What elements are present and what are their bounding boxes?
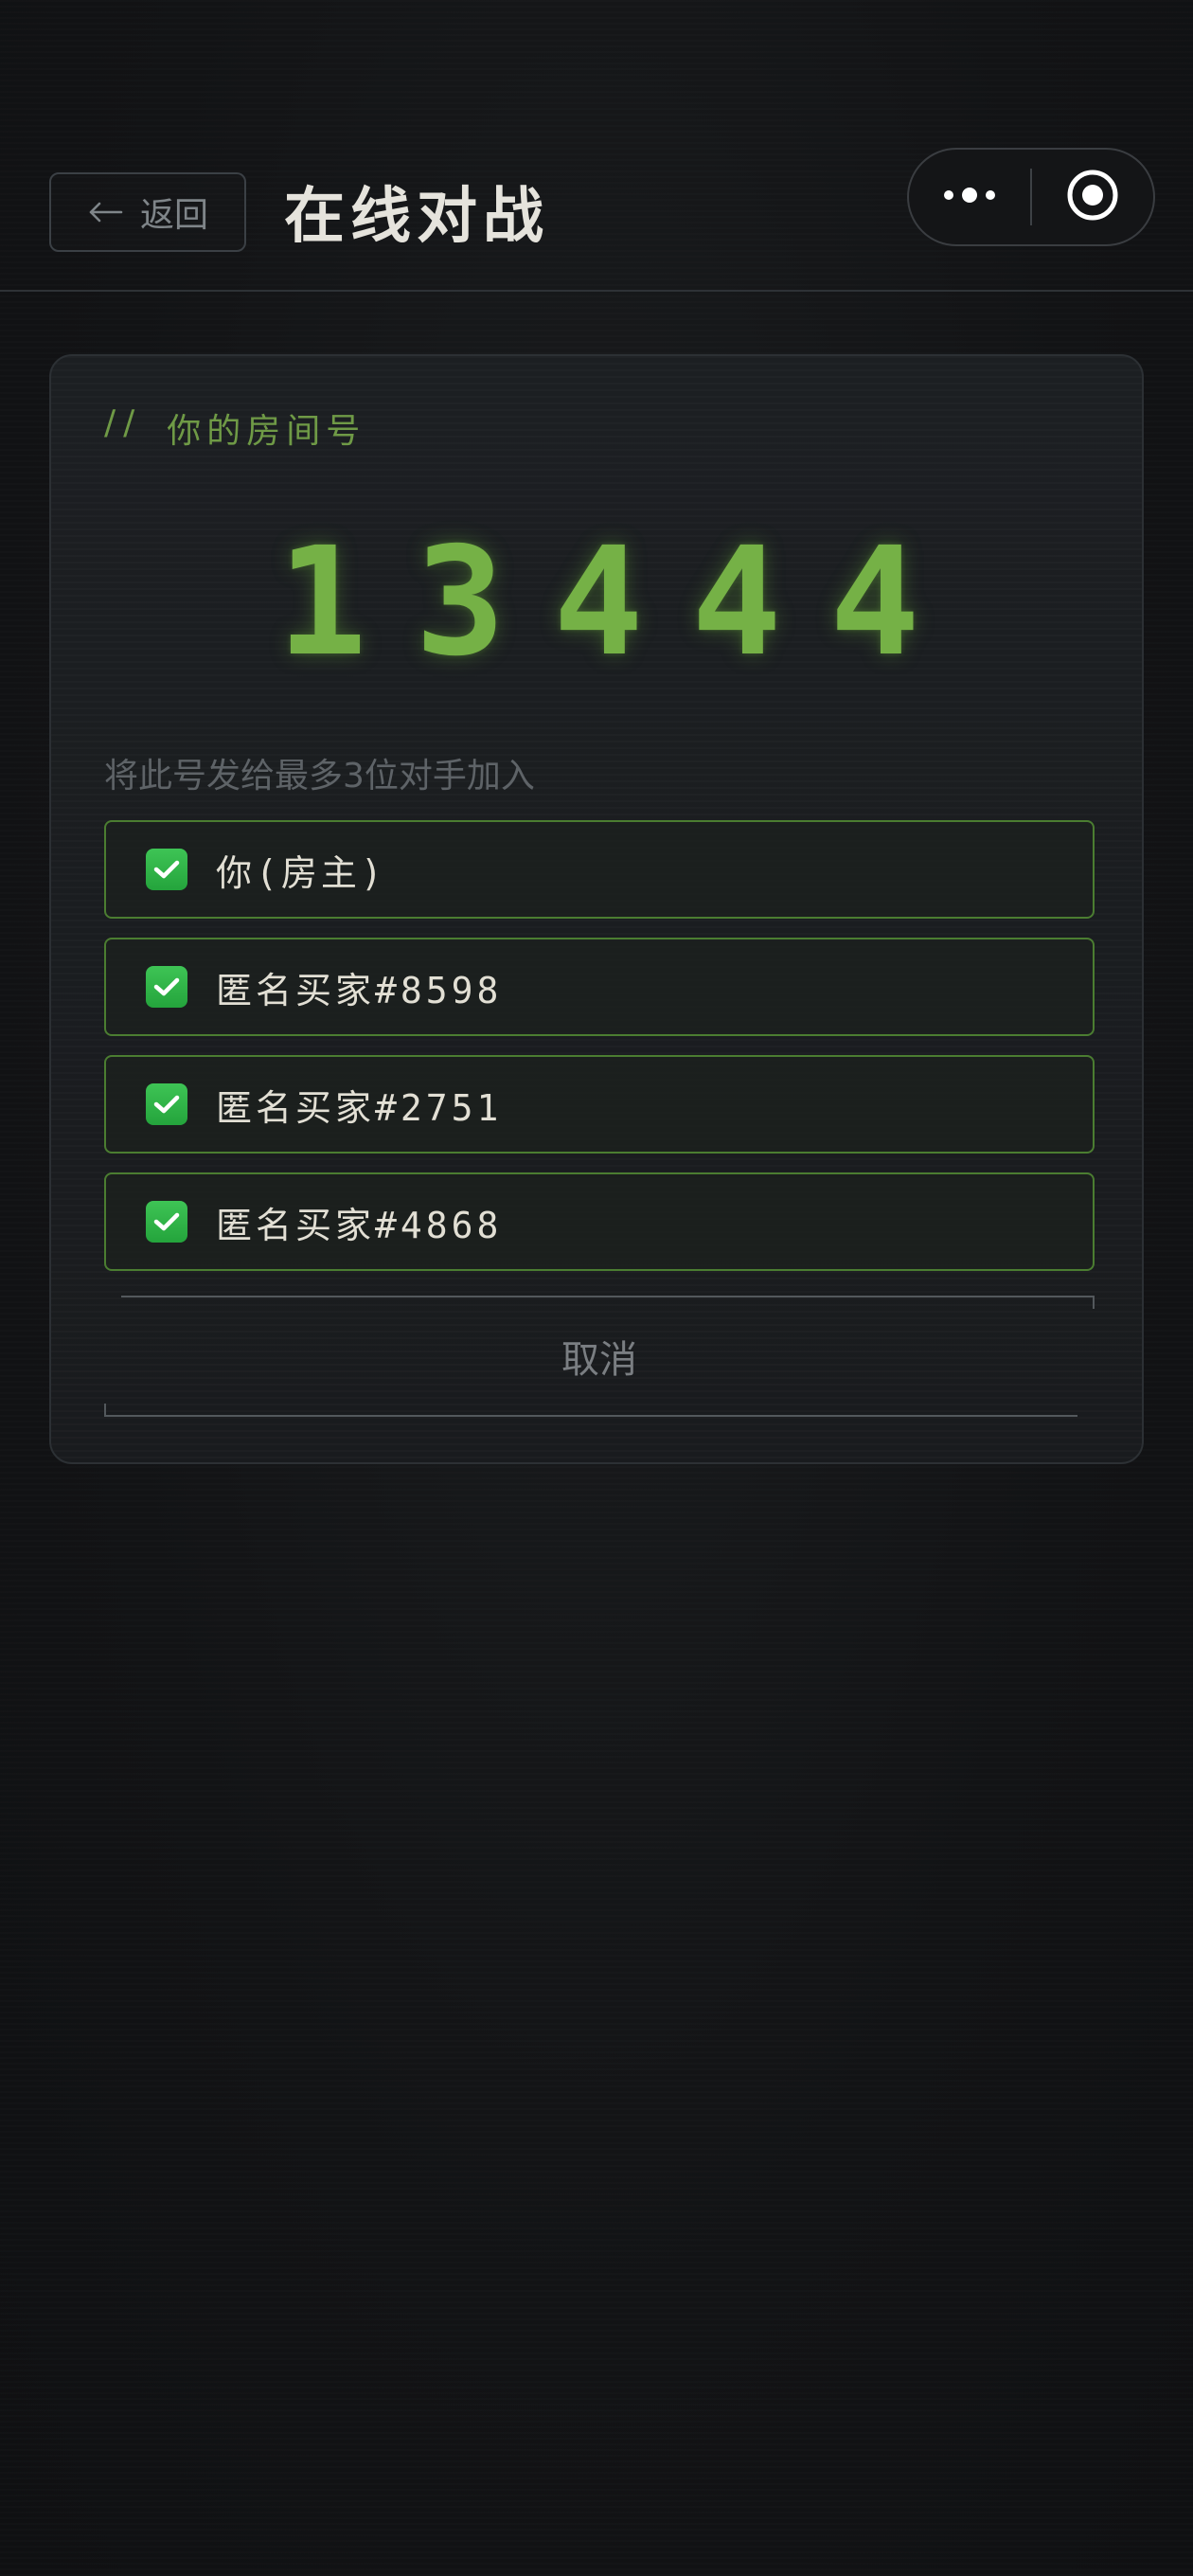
room-digit: 3 xyxy=(415,515,506,689)
room-digit: 1 xyxy=(276,515,367,689)
arrow-left-icon xyxy=(87,201,123,224)
player-row: 匿名买家#2751 xyxy=(104,1055,1095,1154)
cancel-border-tick xyxy=(104,1404,106,1417)
cancel-button-label: 取消 xyxy=(561,1338,637,1382)
cancel-border-tick xyxy=(1093,1296,1095,1309)
back-button-label: 返回 xyxy=(139,196,208,235)
check-icon xyxy=(153,1095,180,1114)
more-menu-button[interactable] xyxy=(909,150,1030,244)
page-title: 在线对战 xyxy=(284,182,549,252)
check-icon xyxy=(153,860,180,879)
player-row: 匿名买家#8598 xyxy=(104,938,1095,1036)
player-name: 你(房主) xyxy=(216,851,386,894)
player-row: 你(房主) xyxy=(104,820,1095,919)
player-name: 匿名买家#4868 xyxy=(216,1204,503,1246)
label-text: 你的房间号 xyxy=(167,412,366,451)
room-digit: 4 xyxy=(829,515,920,689)
cancel-border-bottom xyxy=(104,1415,1077,1417)
player-checkbox[interactable] xyxy=(146,1083,187,1125)
cancel-border-top xyxy=(121,1296,1095,1297)
close-mini-program-button[interactable] xyxy=(1032,150,1153,244)
player-list: 你(房主) 匿名买家#8598 匿名买家#2751 匿名买家#4868 xyxy=(104,820,1095,1290)
back-button[interactable]: 返回 xyxy=(49,172,246,252)
player-checkbox[interactable] xyxy=(146,849,187,890)
player-name: 匿名买家#2751 xyxy=(216,1086,503,1129)
room-number-display: 1 3 4 4 4 xyxy=(51,527,1146,678)
player-name: 匿名买家#8598 xyxy=(216,969,503,1011)
more-dots-icon xyxy=(941,186,998,208)
room-digit: 4 xyxy=(553,515,644,689)
cancel-button[interactable]: 取消 xyxy=(104,1296,1095,1417)
room-card: // 你的房间号 1 3 4 4 4 将此号发给最多3位对手加入 你(房主) 匿… xyxy=(49,354,1144,1464)
label-prefix: // xyxy=(104,403,143,442)
mini-program-capsule xyxy=(907,148,1155,246)
room-number-label: // 你的房间号 xyxy=(104,403,365,453)
room-digit: 4 xyxy=(691,515,782,689)
player-checkbox[interactable] xyxy=(146,966,187,1008)
share-hint: 将此号发给最多3位对手加入 xyxy=(104,757,535,796)
player-row: 匿名买家#4868 xyxy=(104,1172,1095,1271)
target-circle-icon xyxy=(1066,169,1119,225)
check-icon xyxy=(153,977,180,996)
player-checkbox[interactable] xyxy=(146,1201,187,1243)
top-bar: 返回 在线对战 xyxy=(0,0,1193,292)
check-icon xyxy=(153,1212,180,1231)
